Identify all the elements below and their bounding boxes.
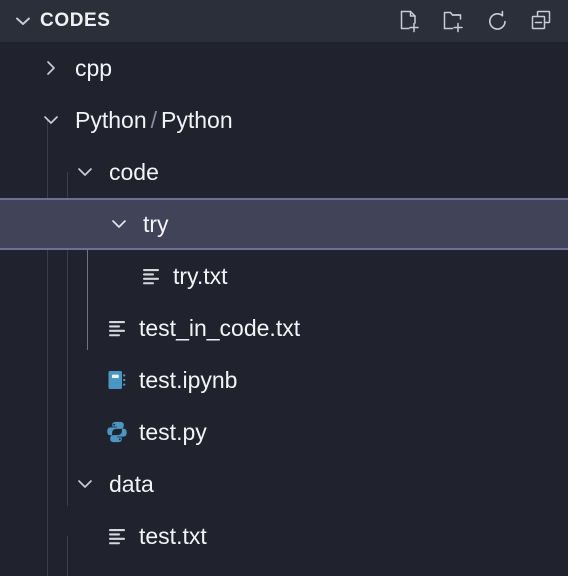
explorer-actions bbox=[396, 8, 558, 34]
tree-row-label: data bbox=[109, 470, 154, 497]
tree-row-label: test_in_code.txt bbox=[139, 314, 301, 341]
explorer-section-twisty[interactable] bbox=[8, 6, 38, 36]
new-file-icon bbox=[400, 10, 419, 32]
file-explorer-panel: CODES cpp Python / Python code try try.t… bbox=[0, 0, 568, 576]
refresh-button[interactable] bbox=[484, 8, 510, 34]
indent-spacer bbox=[0, 250, 34, 302]
chevron-down-icon bbox=[44, 116, 58, 124]
indent-spacer bbox=[68, 198, 102, 250]
indent-spacer bbox=[0, 406, 34, 458]
tree-row-label: test.ipynb bbox=[139, 366, 238, 393]
chevron-down-icon bbox=[112, 220, 126, 228]
tree-row-label: Python / Python bbox=[75, 106, 233, 133]
tree-row-data[interactable]: data bbox=[0, 458, 568, 510]
twisty-data[interactable] bbox=[68, 458, 102, 510]
tree-row-label: try.txt bbox=[173, 262, 228, 289]
indent-spacer bbox=[68, 510, 102, 562]
file-icon-wrapper bbox=[102, 510, 132, 562]
indent-spacer bbox=[34, 198, 68, 250]
twisty-code[interactable] bbox=[68, 146, 102, 198]
chevron-right-icon bbox=[47, 61, 55, 75]
tree-row-try[interactable]: try bbox=[0, 198, 568, 250]
explorer-header: CODES bbox=[0, 0, 568, 42]
indent-spacer bbox=[0, 42, 34, 94]
notebook-file-icon bbox=[108, 371, 126, 389]
indent-spacer bbox=[0, 302, 34, 354]
text-file-icon bbox=[109, 321, 125, 337]
file-icon-wrapper bbox=[102, 302, 132, 354]
tree-row-test-in-code-txt[interactable]: test_in_code.txt bbox=[0, 302, 568, 354]
new-file-button[interactable] bbox=[396, 8, 422, 34]
indent-spacer bbox=[68, 250, 102, 302]
chevron-down-icon bbox=[78, 168, 92, 176]
indent-spacer bbox=[102, 250, 136, 302]
tree-row-try-txt[interactable]: try.txt bbox=[0, 250, 568, 302]
tree-row-label: code bbox=[109, 158, 159, 185]
text-file-icon bbox=[109, 529, 125, 545]
tree-row-label: cpp bbox=[75, 54, 113, 81]
indent-spacer bbox=[34, 510, 68, 562]
refresh-icon bbox=[488, 10, 506, 30]
indent-spacer bbox=[0, 510, 34, 562]
indent-spacer bbox=[34, 302, 68, 354]
indent-spacer bbox=[0, 94, 34, 146]
indent-spacer bbox=[34, 354, 68, 406]
path-separator: / bbox=[150, 106, 157, 133]
file-icon-wrapper bbox=[136, 250, 166, 302]
file-icon-wrapper bbox=[102, 354, 132, 406]
indent-spacer bbox=[34, 458, 68, 510]
tree-row-cpp[interactable]: cpp bbox=[0, 42, 568, 94]
tree-row-test-txt[interactable]: test.txt bbox=[0, 510, 568, 562]
indent-spacer bbox=[0, 198, 34, 250]
indent-spacer bbox=[0, 458, 34, 510]
text-file-icon bbox=[143, 269, 159, 285]
new-folder-icon bbox=[443, 11, 463, 32]
file-icon-wrapper bbox=[102, 406, 132, 458]
twisty-try[interactable] bbox=[102, 198, 136, 250]
tree-row-test-ipynb[interactable]: test.ipynb bbox=[0, 354, 568, 406]
indent-spacer bbox=[0, 354, 34, 406]
new-folder-button[interactable] bbox=[440, 8, 466, 34]
tree-row-label: try bbox=[143, 210, 169, 237]
collapse-all-icon bbox=[531, 10, 550, 29]
folder-name-primary: Python bbox=[75, 106, 147, 133]
twisty-cpp[interactable] bbox=[34, 42, 68, 94]
file-tree: cpp Python / Python code try try.txt tes… bbox=[0, 42, 568, 576]
collapse-all-button[interactable] bbox=[528, 8, 554, 34]
page-title: CODES bbox=[40, 10, 111, 31]
chevron-down-icon bbox=[16, 17, 30, 25]
indent-spacer bbox=[0, 146, 34, 198]
indent-spacer bbox=[68, 302, 102, 354]
twisty-python-workspace[interactable] bbox=[34, 94, 68, 146]
indent-spacer bbox=[68, 354, 102, 406]
indent-spacer bbox=[34, 250, 68, 302]
tree-row-label: test.txt bbox=[139, 522, 207, 549]
tree-row-test-py[interactable]: test.py bbox=[0, 406, 568, 458]
indent-spacer bbox=[68, 406, 102, 458]
tree-row-label: test.py bbox=[139, 418, 207, 445]
tree-row-python-workspace[interactable]: Python / Python bbox=[0, 94, 568, 146]
tree-row-code[interactable]: code bbox=[0, 146, 568, 198]
folder-name-secondary: Python bbox=[161, 106, 233, 133]
chevron-down-icon bbox=[78, 480, 92, 488]
indent-spacer bbox=[34, 406, 68, 458]
indent-spacer bbox=[34, 146, 68, 198]
python-file-icon bbox=[107, 421, 127, 443]
